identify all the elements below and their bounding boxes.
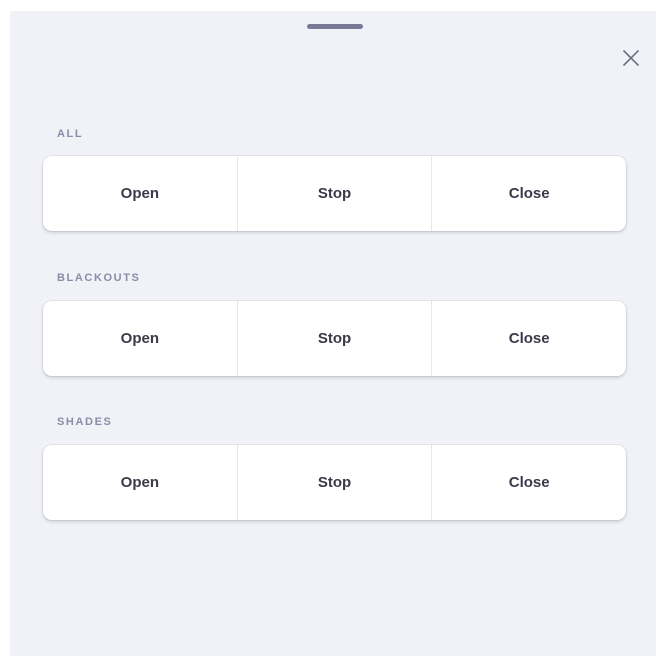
group-label-all: ALL [57,128,84,140]
drag-handle[interactable] [307,24,363,29]
all-open-button[interactable]: Open [43,156,237,231]
all-stop-button[interactable]: Stop [236,156,432,231]
bottom-sheet: ALL Open Stop Close BLACKOUTS Open Stop … [10,11,656,656]
blackouts-close-button[interactable]: Close [431,301,626,376]
control-row-all: Open Stop Close [43,156,626,231]
all-close-button[interactable]: Close [431,156,626,231]
blackouts-open-button[interactable]: Open [43,301,237,376]
control-row-shades: Open Stop Close [43,445,626,520]
group-label-shades: SHADES [57,416,113,428]
shades-open-button[interactable]: Open [43,445,237,520]
control-row-blackouts: Open Stop Close [43,301,626,376]
close-button[interactable] [620,47,642,69]
blackouts-stop-button[interactable]: Stop [236,301,432,376]
close-icon [623,50,639,66]
shades-stop-button[interactable]: Stop [236,445,432,520]
group-label-blackouts: BLACKOUTS [57,272,141,284]
shades-close-button[interactable]: Close [431,445,626,520]
